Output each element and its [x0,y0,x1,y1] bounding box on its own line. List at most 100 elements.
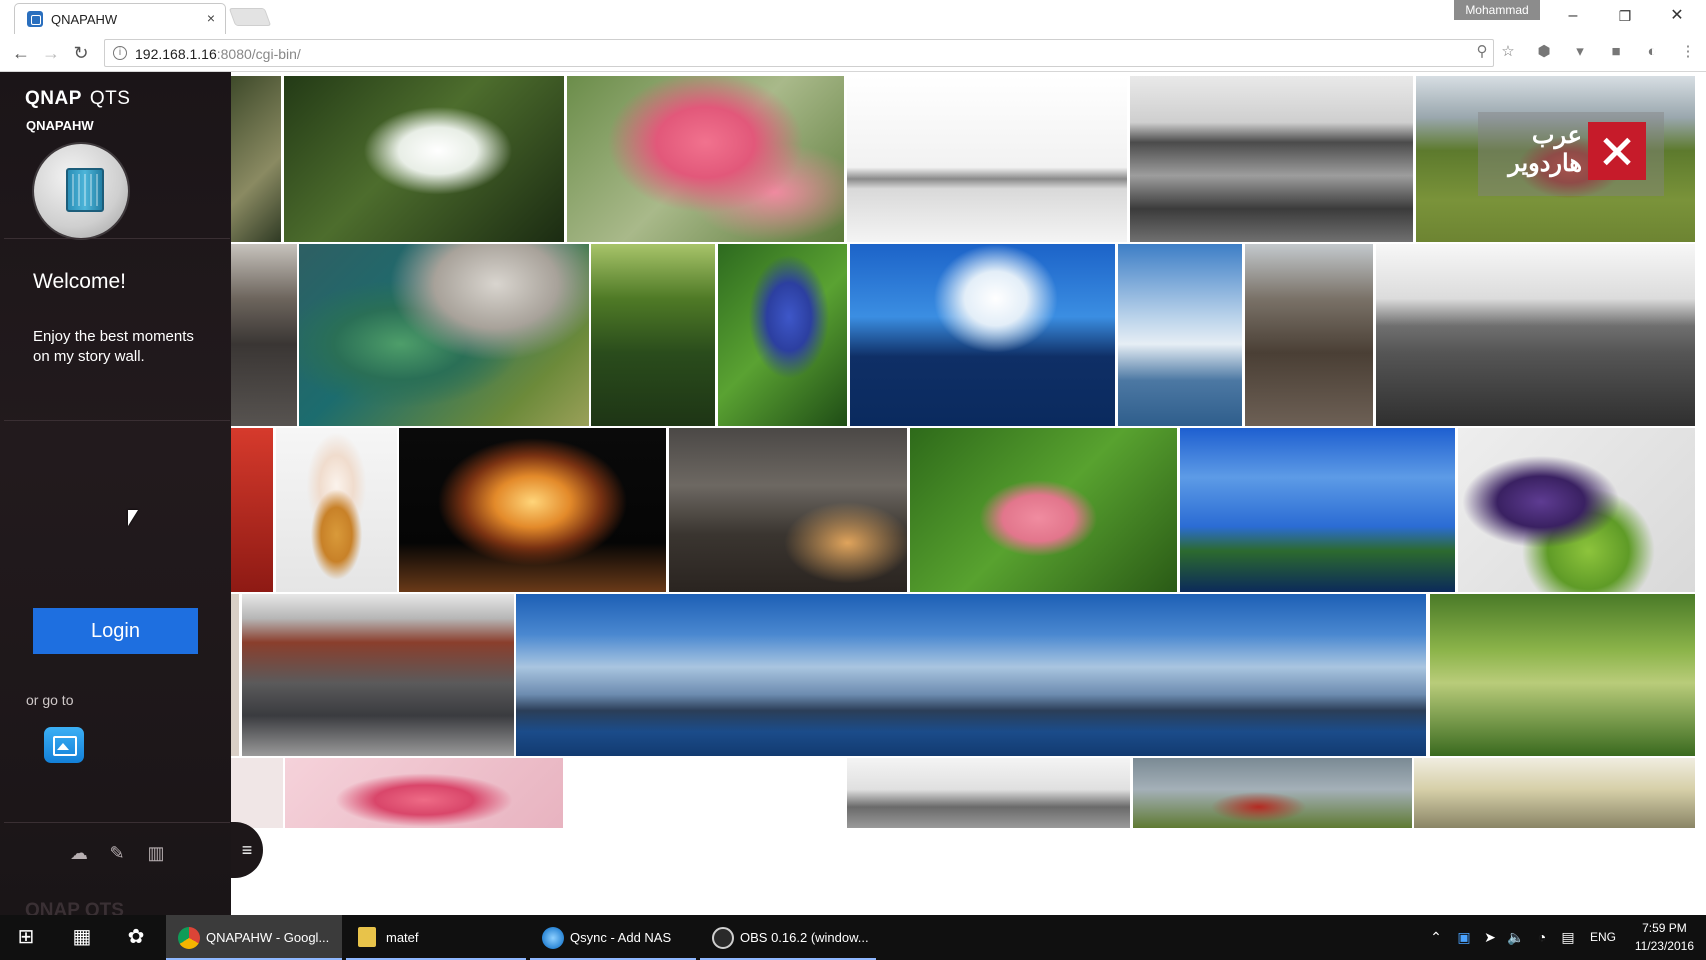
mouse-cursor-icon [128,510,138,526]
photo-station-icon[interactable] [44,727,84,763]
folder-icon [358,927,376,947]
photo-tile[interactable] [1245,244,1373,426]
story-wall-page: عرب هاردوير QNAP QTS QNAPAHW Welcome! Enj… [0,72,1706,915]
taskbar-item-qsync[interactable]: Qsync - Add NAS [530,915,696,960]
browser-titlebar: QNAPAHW × Mohammad – ❐ ✕ [0,0,1706,34]
photo-tile[interactable] [1130,76,1413,242]
photo-tile[interactable] [284,76,564,242]
photo-tile[interactable] [669,428,907,592]
photo-tile[interactable] [847,76,1127,242]
device-name: QNAPAHW [26,118,94,133]
photo-tile[interactable] [231,244,297,426]
taskbar-clock[interactable]: 7:59 PM 11/23/2016 [1635,919,1694,955]
divider [4,822,230,823]
browser-tab[interactable]: QNAPAHW × [14,3,226,34]
network-pointer-icon[interactable]: ➤ [1480,927,1500,947]
watermark-line-1: عرب [1531,122,1582,149]
qnap-qts-logo: QNAP QTS [25,88,130,110]
photo-tile[interactable] [591,244,715,426]
obs-icon [712,927,734,949]
photo-tile[interactable] [231,428,273,592]
photo-tile[interactable] [1414,758,1695,828]
login-button[interactable]: Login [33,608,198,654]
photo-tile[interactable] [231,76,281,242]
photo-tile[interactable] [242,594,514,756]
qsync-icon [542,927,564,949]
paint-icon[interactable]: ✿ [112,915,160,960]
photo-tile[interactable] [567,76,844,242]
photo-tile[interactable] [910,428,1177,592]
volume-icon[interactable]: 🔈 [1506,927,1526,947]
book-icon[interactable]: ▥ [145,842,167,864]
photo-tile[interactable] [231,758,283,828]
adblock-extension-icon[interactable]: ⬢ [1534,42,1554,62]
photo-tile[interactable] [516,594,1426,756]
extension-icon-2[interactable]: ◐ [1642,42,1662,62]
forward-arrow-icon[interactable]: → [40,42,62,64]
bookmark-star-icon[interactable]: ☆ [1498,42,1518,62]
url-path: :8080/cgi-bin/ [216,46,301,62]
clock-time: 7:59 PM [1642,921,1687,935]
nas-avatar [34,144,128,238]
input-language[interactable]: ENG [1588,927,1618,947]
pocket-extension-icon[interactable]: ▾ [1570,42,1590,62]
new-tab-button[interactable] [228,8,272,26]
photo-tile[interactable] [1133,758,1412,828]
close-window-button[interactable]: ✕ [1654,4,1700,28]
taskbar-item-obs[interactable]: OBS 0.16.2 (window... [700,915,876,960]
minimize-button[interactable]: – [1550,4,1596,28]
site-info-icon[interactable]: i [113,46,127,60]
arabhardware-logo-icon [1588,122,1646,180]
taskbar-item-chrome[interactable]: QNAPAHW - Googl... [166,915,342,960]
photo-tile[interactable] [847,758,1130,828]
photo-tile[interactable] [1180,428,1455,592]
extension-icon[interactable]: ■ [1606,42,1626,62]
photo-tile[interactable] [285,758,563,828]
calculator-icon[interactable]: ▦ [58,915,106,960]
reload-icon[interactable]: ↻ [70,42,92,64]
close-tab-icon[interactable]: × [207,10,215,26]
taskbar-item-label: matef [386,930,419,945]
login-sidebar: QNAP QTS QNAPAHW Welcome! Enjoy the best … [0,72,231,915]
profile-name-badge[interactable]: Mohammad [1454,0,1540,20]
or-go-to-label: or go to [26,692,74,708]
divider [4,420,230,421]
tab-title: QNAPAHW [51,12,118,27]
action-center-icon[interactable]: ▤ [1558,927,1578,947]
chrome-menu-icon[interactable]: ⋮ [1678,42,1698,62]
welcome-title: Welcome! [33,270,126,293]
photo-tile[interactable] [299,244,589,426]
tools-icon[interactable]: ✎ [106,842,128,864]
pin-extension-icon[interactable]: ⚲ [1472,42,1492,62]
photo-tile[interactable] [1376,244,1695,426]
address-bar[interactable]: i 192.168.1.16:8080/cgi-bin/ [104,39,1494,67]
photo-tile[interactable] [1458,428,1695,592]
watermark-text: عرب هاردوير [1492,122,1582,178]
divider [4,238,230,239]
cloud-icon[interactable]: ☁ [68,842,90,864]
photo-tile[interactable] [1430,594,1695,756]
arabhardware-watermark: عرب هاردوير [1478,112,1664,196]
taskbar-item-explorer[interactable]: matef [346,915,526,960]
nas-device-icon [66,168,104,212]
photo-tile[interactable] [718,244,847,426]
photo-tile[interactable] [850,244,1115,426]
url-text: 192.168.1.16:8080/cgi-bin/ [135,46,301,62]
faded-brand-logo: QNAP QTS [25,900,124,915]
watermark-line-2: هاردوير [1508,150,1582,177]
photo-tile[interactable] [399,428,666,592]
hamburger-menu-icon[interactable]: ≡ [231,822,263,878]
photo-tile[interactable] [1118,244,1242,426]
back-arrow-icon[interactable]: ← [10,42,32,64]
show-hidden-icons-icon[interactable]: ⌃ [1426,927,1446,947]
restore-button[interactable]: ❐ [1602,4,1648,28]
photo-tile[interactable] [231,594,239,756]
faded-brand-sub: QTS [84,900,124,915]
qnap-tray-icon[interactable]: ▣ [1454,927,1474,947]
taskbar-item-label: Qsync - Add NAS [570,930,672,945]
windows-start-icon[interactable]: ⊞ [2,915,50,960]
taskbar-item-label: OBS 0.16.2 (window... [740,930,869,945]
taskbar-item-label: QNAPAHW - Googl... [206,930,330,945]
wifi-icon[interactable]: ◔ [1532,927,1552,947]
photo-tile[interactable] [276,428,397,592]
